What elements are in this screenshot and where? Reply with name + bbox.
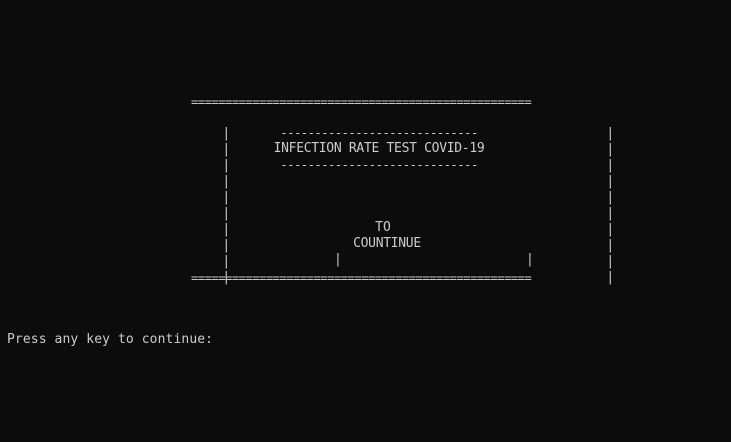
left-bar-3: | (222, 158, 231, 173)
button-right-bar: | (525, 252, 534, 267)
box-top-border: ========================================… (191, 95, 532, 109)
right-bar-4: | (606, 174, 615, 189)
right-bar-3: | (606, 158, 615, 173)
left-bar-9: | (222, 254, 231, 269)
right-bar-1: | (606, 126, 615, 141)
console-window[interactable]: ========================================… (0, 0, 731, 442)
box-bottom-border: ========================================… (191, 271, 532, 285)
button-label-line2: COUNTINUE (353, 236, 421, 251)
right-bar-10: | (606, 270, 615, 285)
right-bar-5: | (606, 190, 615, 205)
title-rule-top: ----------------------------- (280, 126, 478, 140)
right-bar-7: | (606, 222, 615, 237)
right-bar-9: | (606, 254, 615, 269)
button-label-line1: TO (375, 220, 391, 235)
right-bar-6: | (606, 206, 615, 221)
right-bar-2: | (606, 142, 615, 157)
continue-button[interactable]: | TO COUNTINUE | (284, 220, 534, 267)
box-right-border: | (575, 254, 614, 302)
left-bar-5: | (222, 190, 231, 205)
left-bar-2: | (222, 142, 231, 157)
left-bar-7: | (222, 222, 231, 237)
right-bar-8: | (606, 238, 615, 253)
left-bar-6: | (222, 206, 231, 221)
left-bar-8: | (222, 238, 231, 253)
page-title: INFECTION RATE TEST COVID-19 (273, 141, 485, 156)
left-bar-1: | (222, 126, 231, 141)
continue-prompt: Press any key to continue: (7, 332, 214, 347)
left-bar-4: | (222, 174, 231, 189)
title-rule-bottom: ----------------------------- (280, 158, 478, 172)
button-left-bar: | (333, 252, 342, 267)
